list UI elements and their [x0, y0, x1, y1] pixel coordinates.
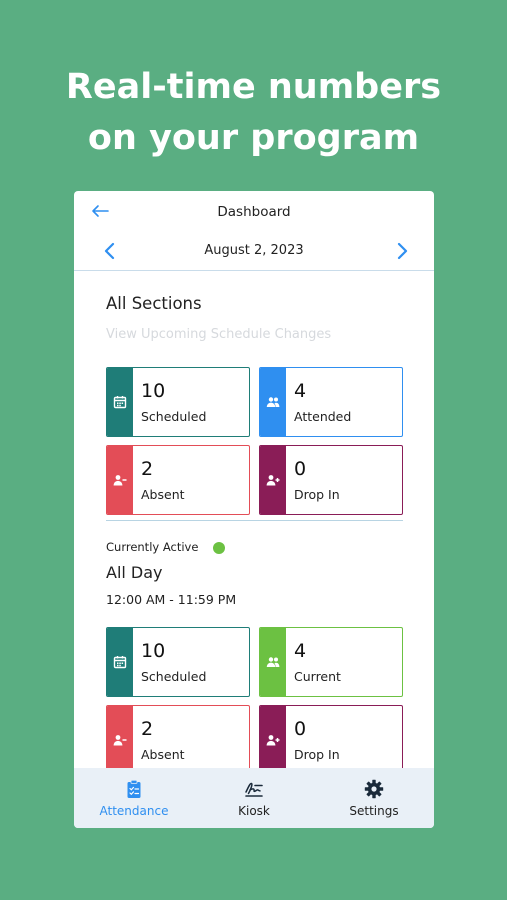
drop-in-label: Drop In	[294, 487, 340, 502]
period-drop-in-label: Drop In	[294, 747, 340, 762]
bottom-tab-bar: Attendance Kiosk Settings	[74, 768, 434, 828]
user-plus-icon	[266, 735, 280, 746]
absent-label: Absent	[141, 487, 185, 502]
tab-kiosk-label: Kiosk	[238, 804, 270, 818]
period-scheduled-card[interactable]: 10 Scheduled	[106, 627, 250, 697]
app-screen: Dashboard August 2, 2023 All Sections Vi…	[74, 191, 434, 828]
current-count: 4	[294, 640, 307, 662]
upcoming-schedule-link[interactable]: View Upcoming Schedule Changes	[106, 327, 331, 342]
attended-label: Attended	[294, 409, 352, 424]
scheduled-card[interactable]: 10 Scheduled	[106, 367, 250, 437]
tab-attendance-label: Attendance	[99, 804, 169, 818]
section-title: All Sections	[106, 294, 202, 313]
tab-settings-label: Settings	[349, 804, 399, 818]
chevron-right-icon[interactable]	[394, 241, 410, 261]
tab-attendance[interactable]: Attendance	[74, 768, 194, 828]
gear-icon	[364, 779, 384, 799]
calendar-icon	[113, 396, 127, 409]
tab-kiosk[interactable]: Kiosk	[194, 768, 314, 828]
headline: Real-time numbers on your program	[0, 62, 507, 164]
active-status-dot	[213, 542, 225, 554]
calendar-icon	[113, 656, 127, 669]
users-icon	[266, 397, 280, 407]
period-absent-count: 2	[141, 718, 154, 740]
scheduled-count: 10	[141, 380, 166, 402]
attended-count: 4	[294, 380, 307, 402]
drop-in-card[interactable]: 0 Drop In	[259, 445, 403, 515]
page-title: Dashboard	[217, 204, 291, 220]
scheduled-label: Scheduled	[141, 409, 207, 424]
period-drop-in-count: 0	[294, 718, 307, 740]
period-scheduled-count: 10	[141, 640, 166, 662]
current-label: Current	[294, 669, 341, 684]
attended-card[interactable]: 4 Attended	[259, 367, 403, 437]
period-name: All Day	[106, 563, 163, 582]
tab-settings[interactable]: Settings	[314, 768, 434, 828]
clipboard-check-icon	[127, 779, 141, 798]
active-status-label: Currently Active	[106, 540, 199, 554]
period-absent-card[interactable]: 2 Absent	[106, 705, 250, 768]
headline-line-1: Real-time numbers	[65, 67, 442, 107]
drop-in-count: 0	[294, 458, 307, 480]
absent-card[interactable]: 2 Absent	[106, 445, 250, 515]
period-drop-in-card[interactable]: 0 Drop In	[259, 705, 403, 768]
period-absent-label: Absent	[141, 747, 185, 762]
signature-icon	[245, 782, 263, 797]
user-plus-icon	[266, 475, 280, 486]
divider	[106, 520, 403, 521]
headline-line-2: on your program	[87, 118, 420, 158]
period-scheduled-label: Scheduled	[141, 669, 207, 684]
period-time: 12:00 AM - 11:59 PM	[106, 592, 237, 607]
absent-count: 2	[141, 458, 154, 480]
user-minus-icon	[113, 475, 127, 486]
user-minus-icon	[113, 735, 127, 746]
dashboard-content[interactable]: All Sections View Upcoming Schedule Chan…	[74, 272, 434, 768]
top-bar: Dashboard	[74, 191, 434, 235]
users-icon	[266, 657, 280, 667]
date-navigator: August 2, 2023	[74, 235, 434, 271]
current-card[interactable]: 4 Current	[259, 627, 403, 697]
current-date: August 2, 2023	[204, 243, 304, 258]
